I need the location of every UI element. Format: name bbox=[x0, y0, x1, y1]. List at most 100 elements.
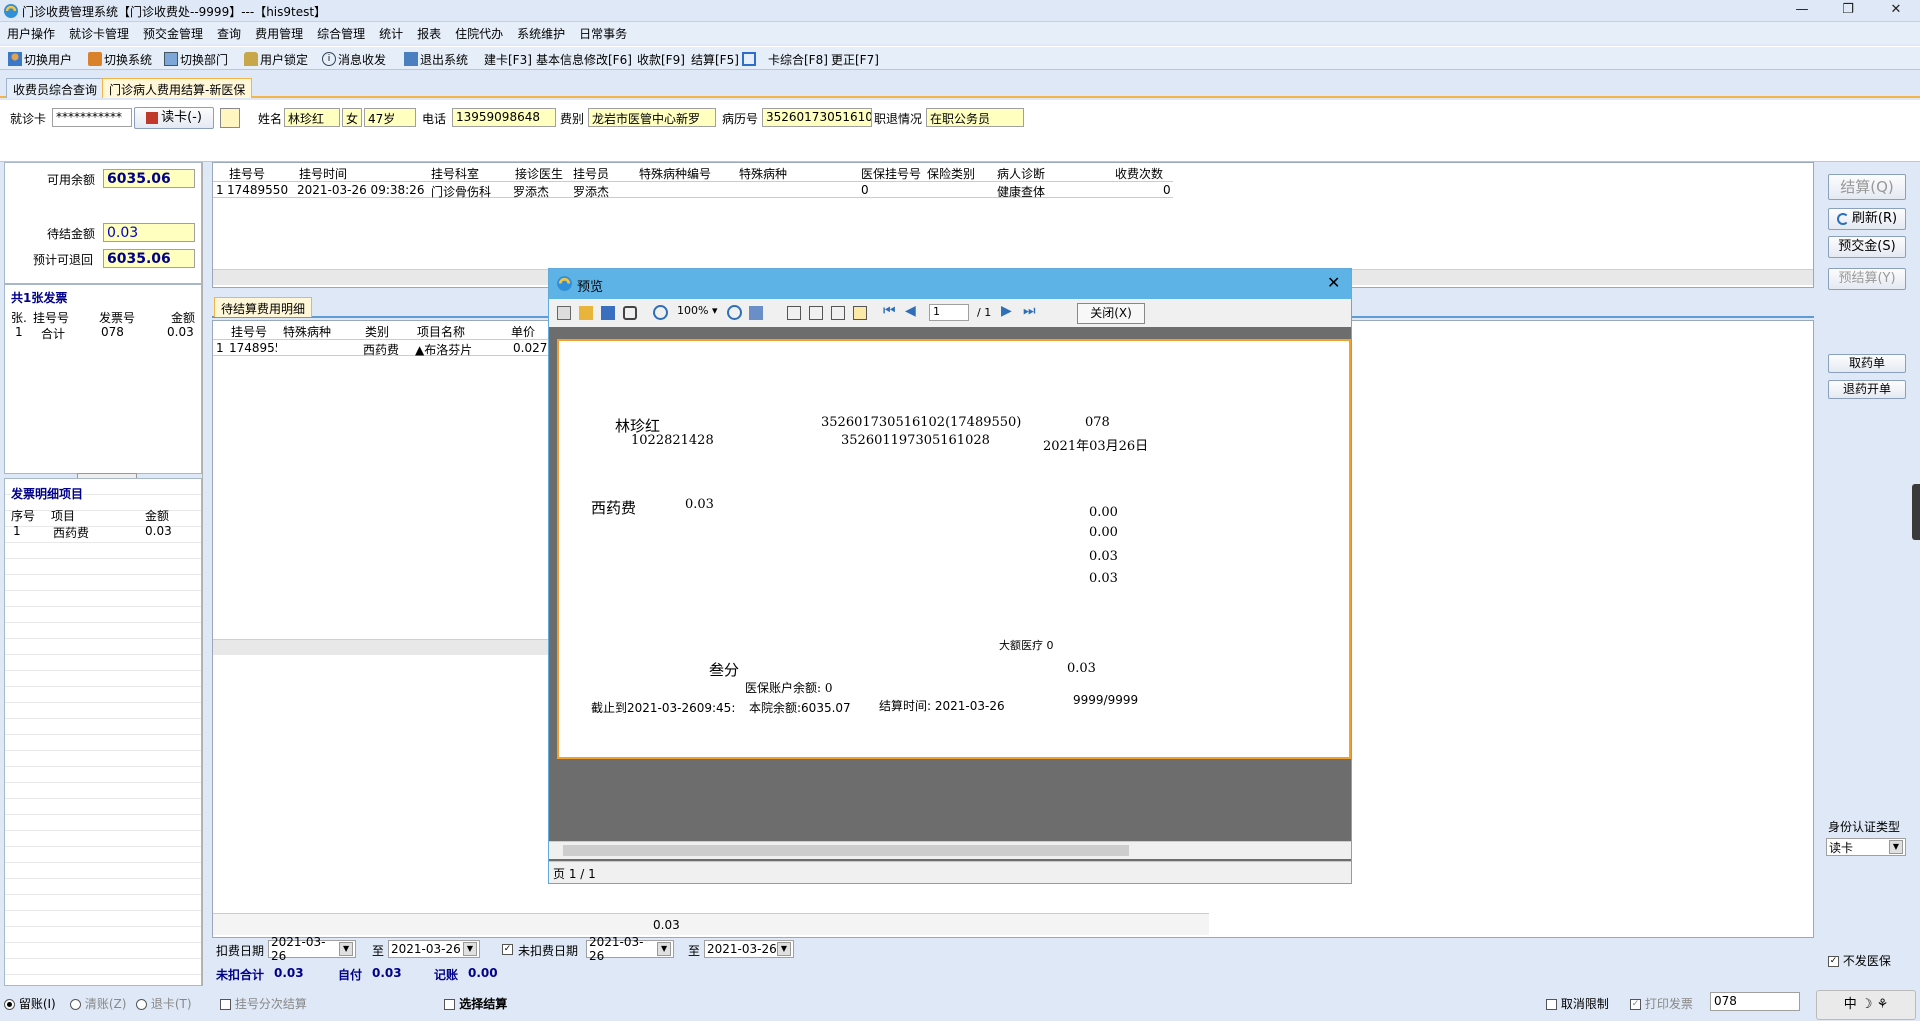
record-field: 352601730516102 bbox=[762, 108, 872, 127]
phone-label: 电话 bbox=[422, 112, 447, 126]
close-icon[interactable]: ✕ bbox=[1327, 273, 1340, 292]
pre-settle-button[interactable]: 预结算(Y) bbox=[1828, 268, 1906, 290]
exit-button[interactable]: 退出系统 bbox=[404, 51, 468, 67]
id-type-combo[interactable]: 读卡 ▼ bbox=[1826, 838, 1906, 856]
charge-button[interactable]: 收款[F9] bbox=[637, 51, 685, 67]
table-row[interactable]: 1 1748955 西药费 ▲布洛芬片 0.027 bbox=[213, 339, 553, 357]
prev-page-icon[interactable]: ◀ bbox=[905, 303, 916, 319]
menu-card-mgmt[interactable]: 就诊卡管理 bbox=[62, 22, 136, 44]
read-card-button[interactable]: 读卡(-) bbox=[134, 107, 214, 129]
menu-reports[interactable]: 报表 bbox=[410, 22, 448, 44]
next-page-icon[interactable]: ▶ bbox=[1001, 303, 1012, 319]
close-icon[interactable]: ✕ bbox=[1886, 2, 1906, 17]
return-med-button[interactable]: 退药开单 bbox=[1828, 380, 1906, 399]
fit-page-icon[interactable] bbox=[749, 306, 763, 320]
first-page-icon[interactable]: ⏮ bbox=[883, 303, 896, 319]
menu-prepay-mgmt[interactable]: 预交金管理 bbox=[136, 22, 210, 44]
fee-type-field: 龙岩市医管中心新罗 bbox=[588, 108, 716, 127]
create-card-button[interactable]: 建卡[F3] bbox=[484, 51, 532, 67]
tab-outpatient-settle[interactable]: 门诊病人费用结算-新医保 bbox=[102, 78, 253, 98]
menu-system[interactable]: 系统维护 bbox=[510, 22, 572, 44]
last-page-icon[interactable]: ⏭ bbox=[1023, 303, 1036, 319]
menu-user-ops[interactable]: 用户操作 bbox=[0, 22, 62, 44]
item-col-amount: 金额 bbox=[145, 509, 170, 523]
paper-v4: 0.03 bbox=[1089, 571, 1118, 586]
print-invoice-checkbox[interactable]: ✓ 打印发票 bbox=[1630, 995, 1693, 1012]
preview-hscroll-thumb[interactable] bbox=[563, 845, 1129, 856]
paper-v3: 0.03 bbox=[1089, 549, 1118, 564]
paper-as-of: 截止到2021-03-2609:45: bbox=[591, 701, 736, 715]
open-folder-icon[interactable] bbox=[579, 306, 593, 320]
tab-pending-detail[interactable]: 待结算费用明细 bbox=[214, 297, 313, 317]
info-icon: i bbox=[322, 52, 336, 66]
card-summary-button[interactable]: 卡综合[F8] bbox=[742, 51, 828, 67]
age-field: 47岁 bbox=[364, 108, 416, 127]
minimize-icon[interactable]: — bbox=[1792, 2, 1812, 17]
undeducted-checkbox[interactable]: ✓ bbox=[502, 942, 513, 956]
switch-system-button[interactable]: 切换系统 bbox=[88, 51, 152, 67]
menu-stats[interactable]: 统计 bbox=[372, 22, 410, 44]
job-field: 在职公务员 bbox=[926, 108, 1024, 127]
save-icon[interactable] bbox=[601, 306, 615, 320]
vertical-splitter[interactable] bbox=[202, 162, 210, 986]
split-settle-checkbox[interactable]: 挂号分次结算 bbox=[220, 995, 307, 1012]
undeducted-from-combo[interactable]: 2021-03-26 ▼ bbox=[586, 935, 674, 963]
print-icon[interactable] bbox=[557, 306, 571, 320]
dropdown-arrow-icon: ▼ bbox=[339, 942, 353, 956]
switch-user-button[interactable]: 切换用户 bbox=[8, 51, 72, 67]
tab-cashier-query[interactable]: 收费员综合查询 bbox=[6, 78, 105, 98]
message-button[interactable]: i 消息收发 bbox=[322, 51, 386, 67]
table-row[interactable]: 1 17489550 2021-03-26 09:38:26 门诊骨伤科 罗添杰… bbox=[213, 181, 1173, 199]
edit-icon[interactable] bbox=[853, 306, 867, 320]
zoom-in-icon[interactable] bbox=[653, 305, 668, 320]
restore-icon[interactable]: ❐ bbox=[1838, 2, 1858, 17]
select-settle-checkbox[interactable]: 选择结算 bbox=[444, 995, 507, 1012]
side-handle[interactable] bbox=[1912, 484, 1920, 540]
zoom-out-icon[interactable] bbox=[727, 305, 742, 320]
cancel-limit-checkbox[interactable]: 取消限制 bbox=[1546, 995, 1609, 1012]
name-label: 姓名 bbox=[258, 112, 283, 126]
ime-indicator[interactable]: 中 ☽ ⚘ bbox=[1816, 990, 1916, 1020]
menu-daily[interactable]: 日常事务 bbox=[572, 22, 634, 44]
clear-radio[interactable]: 清账(Z) bbox=[70, 995, 126, 1012]
hand-icon[interactable] bbox=[220, 108, 240, 128]
menu-query[interactable]: 查询 bbox=[210, 22, 248, 44]
page-input[interactable]: 1 bbox=[929, 304, 969, 321]
prepay-button[interactable]: 预交金(S) bbox=[1828, 236, 1906, 258]
find-icon[interactable] bbox=[623, 306, 637, 320]
menu-fee-mgmt[interactable]: 费用管理 bbox=[248, 22, 310, 44]
paper-id1: 352601730516102(17489550) bbox=[821, 415, 1022, 430]
one-page-icon[interactable] bbox=[787, 306, 801, 320]
card-field[interactable]: *********** bbox=[52, 108, 132, 127]
page-setup-icon[interactable] bbox=[831, 306, 845, 320]
settle-button[interactable]: 结算(Q) bbox=[1828, 174, 1906, 200]
settle-toolbar-button[interactable]: 结算[F5] bbox=[691, 51, 739, 67]
refresh-button[interactable]: 刷新(R) bbox=[1828, 208, 1906, 230]
deduct-to-combo[interactable]: 2021-03-26 ▼ bbox=[388, 940, 480, 958]
detail-scrollbar[interactable] bbox=[213, 639, 553, 655]
close-preview-button[interactable]: 关闭(X) bbox=[1077, 303, 1145, 324]
switch-dept-button[interactable]: 切换部门 bbox=[164, 51, 228, 67]
invoice-paper: 林珍红 352601730516102(17489550) 078 102282… bbox=[557, 339, 1351, 759]
return-card-radio[interactable]: 退卡(T) bbox=[136, 995, 192, 1012]
deduct-from-combo[interactable]: 2021-03-26 ▼ bbox=[268, 935, 356, 963]
self-value: 0.03 bbox=[372, 966, 402, 980]
correct-button[interactable]: 更正[F7] bbox=[831, 51, 879, 67]
preview-hscroll[interactable] bbox=[549, 841, 1351, 859]
invoice-panel: 共1张发票 张. 挂号号 发票号 金额 1 合计 078 0.03 bbox=[4, 284, 202, 479]
take-med-button[interactable]: 取药单 bbox=[1828, 354, 1906, 373]
lock-user-button[interactable]: 用户锁定 bbox=[244, 51, 308, 67]
menu-inpatient-agent[interactable]: 住院代办 bbox=[448, 22, 510, 44]
summary-row: 未扣合计 0.03 自付 0.03 记账 0.00 bbox=[212, 962, 542, 984]
no-insurance-checkbox[interactable]: ✓ 不发医保 bbox=[1828, 952, 1891, 969]
menu-general-mgmt[interactable]: 综合管理 bbox=[310, 22, 372, 44]
keep-radio[interactable]: 留账(I) bbox=[4, 995, 56, 1012]
invoice-number-field[interactable]: 078 bbox=[1710, 992, 1800, 1011]
modify-info-button[interactable]: 基本信息修改[F6] bbox=[536, 51, 632, 67]
refresh-icon bbox=[1836, 213, 1849, 225]
two-page-icon[interactable] bbox=[809, 306, 823, 320]
department-icon bbox=[164, 52, 178, 66]
fee-type-label: 费别 bbox=[560, 112, 585, 126]
undeducted-to-combo[interactable]: 2021-03-26 ▼ bbox=[704, 940, 794, 958]
zoom-combo[interactable]: 100% ▾ bbox=[677, 304, 717, 317]
